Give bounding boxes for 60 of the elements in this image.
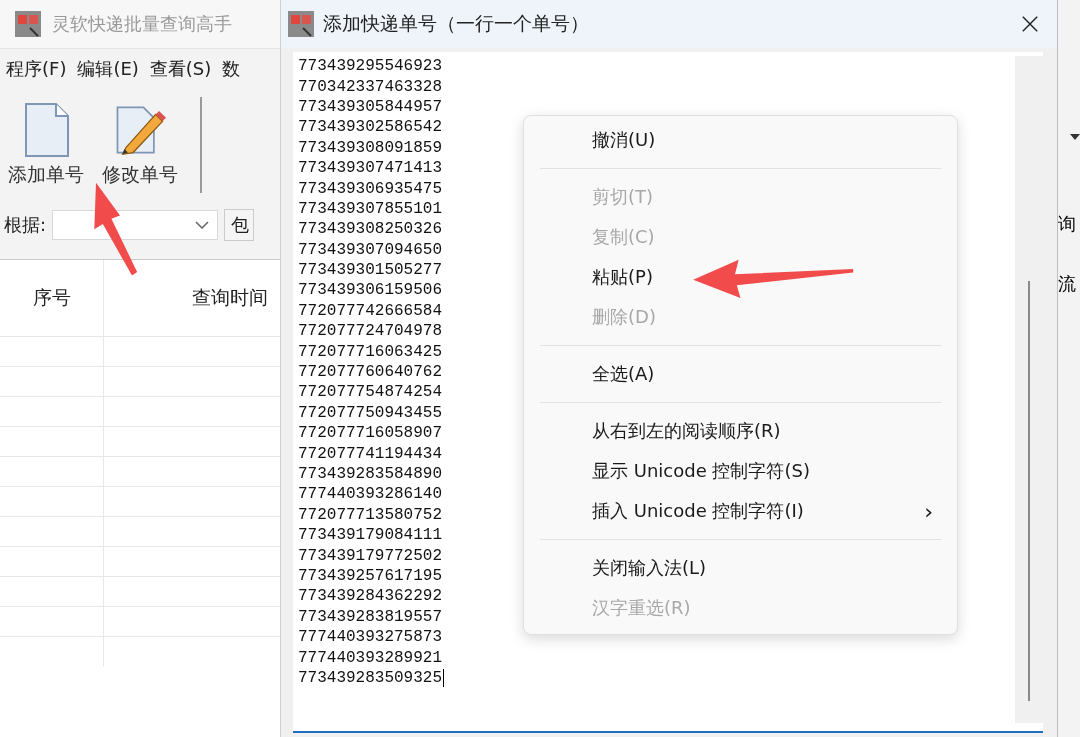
tracking-number: 773439306159506 bbox=[298, 281, 443, 300]
tracking-number: 773439305844957 bbox=[298, 97, 443, 116]
tracking-number: 773439283819557 bbox=[298, 607, 443, 626]
close-icon[interactable] bbox=[1021, 15, 1039, 33]
tracking-number: 773439283509325 bbox=[298, 668, 443, 687]
tracking-number: 773439301505277 bbox=[298, 261, 443, 280]
context-menu-item[interactable]: 全选(A) bbox=[524, 354, 957, 394]
column-header-fragment: 流 bbox=[1058, 272, 1077, 296]
tracking-number: 777440393289921 bbox=[298, 648, 443, 667]
tracking-number: 777440393286140 bbox=[298, 485, 443, 504]
toolbar-button-fragment: 询 bbox=[1058, 212, 1077, 236]
tracking-number: 772077760640762 bbox=[298, 363, 443, 382]
tracking-number: 770342337463328 bbox=[298, 77, 443, 96]
scrollbar[interactable] bbox=[1015, 56, 1043, 723]
column-header[interactable]: 序号 bbox=[0, 260, 104, 336]
tracking-number: 777440393275873 bbox=[298, 628, 443, 647]
tracking-number: 773439257617195 bbox=[298, 566, 443, 585]
context-menu-item[interactable]: 撤消(U) bbox=[524, 120, 957, 160]
toolbar-button[interactable]: 修改单号 bbox=[100, 102, 180, 188]
menu-item[interactable]: 查看(S) bbox=[149, 57, 212, 81]
tracking-number: 773439308250326 bbox=[298, 220, 443, 239]
tracking-number: 772077724704978 bbox=[298, 322, 443, 341]
tracking-number: 773439306935475 bbox=[298, 179, 443, 198]
tracking-number: 773439179084111 bbox=[298, 526, 443, 545]
toolbar-button[interactable]: 添加单号 bbox=[6, 102, 86, 188]
context-menu-item[interactable]: 从右到左的阅读顺序(R) bbox=[524, 411, 957, 451]
context-menu-item[interactable]: 关闭输入法(L) bbox=[524, 548, 957, 588]
filter-label: 根据: bbox=[4, 213, 47, 237]
tracking-number: 773439295546923 bbox=[298, 57, 443, 76]
context-menu-item[interactable]: 插入 Unicode 控制字符(I) › bbox=[524, 491, 957, 531]
tracking-number: 772077716063425 bbox=[298, 342, 443, 361]
tracking-number: 772077716058907 bbox=[298, 424, 443, 443]
filter-button[interactable]: 包 bbox=[224, 209, 255, 241]
tracking-number: 772077742666584 bbox=[298, 301, 443, 320]
tracking-number: 773439307471413 bbox=[298, 159, 443, 178]
menu-item[interactable]: 程序(F) bbox=[6, 57, 67, 81]
dialog-title: 添加快递单号（一行一个单号） bbox=[323, 11, 590, 36]
tracking-number: 772077754874254 bbox=[298, 383, 443, 402]
tracking-number: 773439283584890 bbox=[298, 465, 443, 483]
dropdown-arrow-icon bbox=[1070, 134, 1080, 140]
tracking-number: 773439302586542 bbox=[298, 118, 443, 137]
tracking-number: 773439284362292 bbox=[298, 587, 443, 606]
column-header[interactable]: 查询时间 bbox=[104, 260, 280, 336]
window-title: 灵软快递批量查询高手 bbox=[52, 12, 232, 36]
tracking-number: 772077741194434 bbox=[298, 444, 443, 463]
menu-item[interactable]: 数 bbox=[222, 57, 241, 81]
tracking-number: 773439307094650 bbox=[298, 240, 443, 259]
app-logo-icon bbox=[14, 10, 42, 38]
tracking-number: 773439308091859 bbox=[298, 138, 443, 157]
tracking-number: 772077750943455 bbox=[298, 403, 443, 422]
context-menu-item[interactable]: 显示 Unicode 控制字符(S) bbox=[524, 451, 957, 491]
app-logo-icon bbox=[287, 10, 315, 38]
tracking-number: 773439307855101 bbox=[298, 199, 443, 218]
tracking-number: 773439179772502 bbox=[298, 546, 443, 565]
tracking-number: 772077713580752 bbox=[298, 505, 443, 524]
chevron-down-icon bbox=[195, 221, 210, 229]
filter-dropdown[interactable] bbox=[52, 210, 219, 240]
menu-item[interactable]: 编辑(E) bbox=[77, 57, 139, 81]
context-menu-item[interactable]: 粘贴(P) bbox=[524, 257, 957, 297]
text-cursor bbox=[443, 668, 445, 687]
